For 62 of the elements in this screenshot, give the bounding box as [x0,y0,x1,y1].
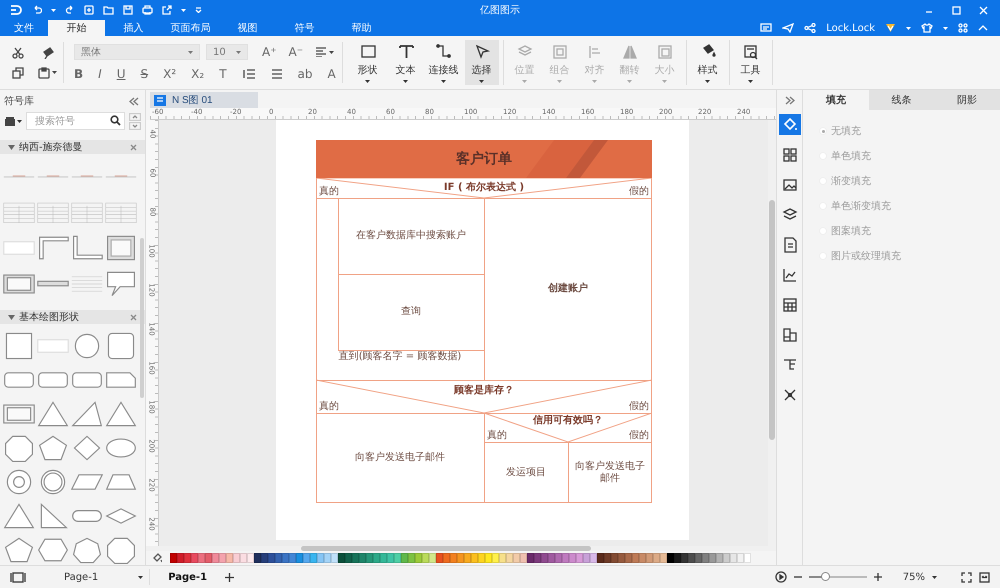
process-text: 向客户发送电子邮件 [574,460,646,486]
fill-option[interactable]: 渐变填充 [819,174,1000,188]
window-title: 亿图图示 [480,4,520,17]
format-button[interactable]: ab [298,67,313,81]
format-button[interactable]: S [140,67,148,81]
diagram-title: 客户订单 [456,150,512,168]
menu-tab[interactable]: 页面布局 [162,20,219,36]
style-button[interactable]: 样式 [690,40,725,85]
tool-button[interactable]: 连接线 [426,40,461,85]
zoom-reading[interactable]: 75% [902,572,925,582]
format-button[interactable]: U [116,67,126,81]
process-text: 在客户数据库中搜索账户 [355,228,467,243]
branch-label: 真的 [487,430,507,442]
fill-option[interactable]: 单色渐变填充 [819,199,1000,213]
font-family-select[interactable]: 黑体 [74,44,200,60]
tool-button[interactable]: 选择 [464,40,499,85]
menu-tab[interactable]: 文件 [0,20,48,36]
branch-label: 假的 [629,186,649,198]
process-text: 创建账户 [546,281,589,296]
panel-tab[interactable]: 填充 [803,90,869,110]
tool-button[interactable]: 文本 [388,40,423,85]
format-button[interactable]: X² [163,67,176,81]
fill-option[interactable]: 图案填充 [819,224,1000,238]
format-button[interactable]: I [98,67,102,81]
branch-label: 真的 [319,186,339,198]
menu-tab[interactable]: 符号 [276,20,333,36]
panel-title: 符号库 [4,94,34,108]
condition-text: 顾客是库存？ [453,385,515,397]
grow-font-button[interactable]: A⁺ [262,45,277,59]
branch-label: 假的 [629,401,649,413]
menu-tab[interactable]: 视图 [219,20,276,36]
search-field[interactable]: 搜索符号 [26,112,125,130]
menu-tab[interactable]: 帮助 [333,20,390,36]
menu-tab[interactable]: 插入 [105,20,162,36]
fill-option[interactable]: 图片或纹理填充 [819,249,1000,263]
format-button[interactable]: T [219,67,227,81]
tools-button[interactable]: 工具 [734,40,768,85]
branch-label: 真的 [319,401,339,413]
page-select[interactable]: Page-1 [36,569,150,585]
panel-tab[interactable]: 线条 [868,90,934,110]
document-tab[interactable]: N S图 01 [150,92,258,108]
fill-option[interactable]: 无填充 [819,124,1000,138]
format-button[interactable]: X₂ [191,67,204,81]
shrink-font-button[interactable]: A⁻ [288,45,304,59]
condition-text: 信用可有效吗？ [532,415,604,427]
page-tab[interactable]: Page-1 [160,572,216,582]
loop-condition-text: 直到(顾客名字 = 顾客数据) [338,351,462,363]
font-size-select[interactable]: 10 [206,44,248,60]
branch-label: 假的 [629,430,649,442]
menu-tab[interactable]: 开始 [48,20,105,36]
tool-button[interactable]: 形状 [350,40,385,85]
process-text: 向客户发送电子邮件 [354,450,446,465]
section-header[interactable]: 基本绘图形状 [0,310,145,324]
format-button[interactable]: B [74,67,84,81]
process-text: 查询 [400,304,422,319]
account-name[interactable]: Lock.Lock [826,22,875,34]
format-button[interactable]: A [328,67,336,81]
fill-option[interactable]: 单色填充 [819,149,1000,163]
process-text: 发运项目 [505,466,547,480]
condition-text: IF ( 布尔表达式 ) [442,182,526,194]
panel-tab[interactable]: 阴影 [934,90,1000,110]
section-header[interactable]: 纳西-施奈德曼 [0,140,145,154]
